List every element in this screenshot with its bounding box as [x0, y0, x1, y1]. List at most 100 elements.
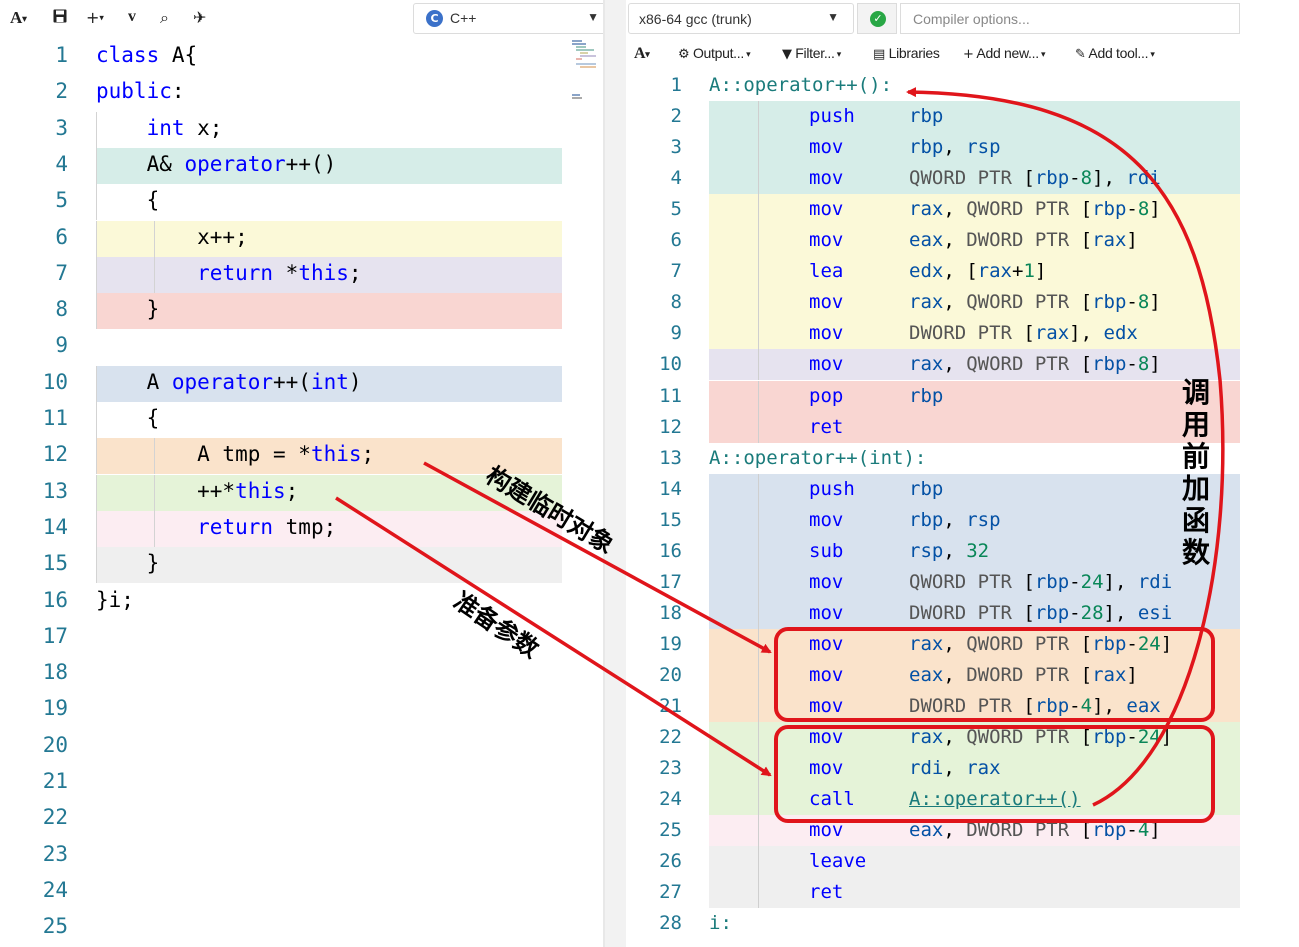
asm-line[interactable]: 10 mov rax, QWORD PTR [rbp-8]: [626, 349, 1240, 381]
pane-splitter[interactable]: [605, 0, 626, 947]
asm-token: -: [1126, 291, 1138, 314]
asm-line[interactable]: 12 ret: [626, 411, 1240, 443]
assembly-output[interactable]: 1 A::operator++(): 2 push rbp 3 mov rbp, rsp 4 mo…: [626, 70, 1240, 947]
source-line[interactable]: 21: [0, 765, 570, 801]
asm-line[interactable]: 18 mov DWORD PTR [rbp-28], esi: [626, 597, 1240, 629]
source-line[interactable]: 23: [0, 838, 570, 874]
asm-label-line[interactable]: 13 A::operator++(int):: [626, 443, 1240, 474]
source-line[interactable]: 2 public:: [0, 75, 570, 111]
libraries-button[interactable]: ▤ Libraries: [873, 45, 940, 62]
add-new-button[interactable]: + Add new... ▾: [963, 45, 1046, 62]
source-line[interactable]: 3 int x;: [0, 111, 570, 148]
asm-token: DWORD PTR: [966, 663, 1081, 686]
asm-line[interactable]: 5 mov rax, QWORD PTR [rbp-8]: [626, 194, 1240, 226]
source-line[interactable]: 12 A tmp = *this;: [0, 438, 570, 475]
add-tool-button[interactable]: ✎ Add tool... ▾: [1075, 45, 1155, 62]
source-line[interactable]: 25: [0, 910, 570, 946]
source-line[interactable]: 13 ++*this;: [0, 474, 570, 511]
asm-token: [: [1023, 570, 1035, 593]
asm-line[interactable]: 9 mov DWORD PTR [rax], edx: [626, 318, 1240, 350]
save-icon[interactable]: [53, 8, 67, 27]
asm-line[interactable]: 6 mov eax, DWORD PTR [rax]: [626, 225, 1240, 257]
asm-line[interactable]: 11 pop rbp: [626, 380, 1240, 412]
vim-mode-icon[interactable]: v: [128, 8, 136, 26]
minimap[interactable]: [568, 38, 602, 108]
asm-token: rax: [966, 757, 1001, 780]
pin-icon[interactable]: ✈: [193, 8, 206, 27]
font-size-button[interactable]: A▾: [634, 45, 650, 63]
asm-line[interactable]: 22 mov rax, QWORD PTR [rbp-24]: [626, 722, 1240, 754]
asm-line[interactable]: 20 mov eax, DWORD PTR [rax]: [626, 659, 1240, 691]
asm-line[interactable]: 4 mov QWORD PTR [rbp-8], rdi: [626, 163, 1240, 195]
source-code-editor[interactable]: 1 class A{2 public: 3 int x; 4 A& operator++…: [0, 38, 605, 947]
filter-button[interactable]: ▼ Filter... ▾: [782, 45, 841, 62]
source-line[interactable]: 17: [0, 620, 570, 656]
line-number: 23: [659, 757, 682, 780]
asm-line[interactable]: 26 leave: [626, 846, 1240, 878]
source-line[interactable]: 15 }: [0, 547, 570, 584]
compiler-select[interactable]: x86-64 gcc (trunk) ▼: [628, 3, 854, 34]
asm-line[interactable]: 2 push rbp: [626, 101, 1240, 133]
asm-line[interactable]: 27 ret: [626, 877, 1240, 909]
indent-guide: [758, 132, 759, 164]
asm-line[interactable]: 25 mov eax, DWORD PTR [rbp-4]: [626, 815, 1240, 847]
asm-opcode: pop: [809, 384, 844, 407]
asm-line[interactable]: 19 mov rax, QWORD PTR [rbp-24]: [626, 628, 1240, 660]
asm-token: DWORD PTR: [909, 322, 1024, 345]
asm-line[interactable]: 17 mov QWORD PTR [rbp-24], rdi: [626, 566, 1240, 598]
compiler-options-input[interactable]: Compiler options...: [900, 3, 1240, 34]
asm-token: [: [1080, 726, 1093, 749]
asm-line[interactable]: 8 mov rax, QWORD PTR [rbp-8]: [626, 287, 1240, 319]
source-line[interactable]: 24: [0, 874, 570, 910]
asm-line[interactable]: 7 lea edx, [rax+1]: [626, 256, 1240, 288]
source-line[interactable]: 5 {: [0, 184, 570, 221]
source-line[interactable]: 20: [0, 729, 570, 765]
source-line[interactable]: 4 A& operator++(): [0, 147, 570, 184]
code-token: ;: [285, 478, 299, 503]
line-number: 17: [42, 623, 68, 648]
line-number: 14: [659, 477, 682, 500]
source-line[interactable]: 22: [0, 801, 570, 837]
asm-label-line[interactable]: 1 A::operator++():: [626, 70, 1240, 101]
asm-opcode: mov: [809, 601, 844, 624]
line-number: 2: [670, 105, 682, 128]
asm-line[interactable]: 3 mov rbp, rsp: [626, 132, 1240, 164]
asm-line[interactable]: 24 call A::operator++(): [626, 784, 1240, 816]
source-line[interactable]: 19: [0, 692, 570, 728]
asm-line[interactable]: 23 mov rdi, rax: [626, 753, 1240, 785]
code-token: {: [96, 188, 160, 213]
compile-status[interactable]: ✓: [857, 3, 897, 34]
search-icon[interactable]: ⌕: [160, 8, 169, 28]
source-line[interactable]: 9: [0, 329, 570, 365]
asm-label-line[interactable]: 28 i:: [626, 908, 1240, 939]
source-line[interactable]: 7 return *this;: [0, 256, 570, 293]
asm-token: 8: [1137, 353, 1150, 376]
asm-line[interactable]: 21 mov DWORD PTR [rbp-4], eax: [626, 691, 1240, 722]
source-line[interactable]: 18: [0, 656, 570, 692]
source-line[interactable]: 16}i;: [0, 584, 570, 620]
output-button[interactable]: ⚙ Output... ▾: [678, 45, 751, 62]
source-line[interactable]: 10 A operator++(int): [0, 365, 570, 402]
asm-line[interactable]: 14 push rbp: [626, 473, 1240, 505]
check-icon: ✓: [870, 11, 886, 27]
font-size-button[interactable]: A▾: [10, 8, 27, 28]
source-line[interactable]: 14 return tmp;: [0, 510, 570, 547]
source-line[interactable]: 8 }: [0, 293, 570, 330]
call-target-link[interactable]: A::operator++(): [909, 788, 1081, 810]
asm-token: ]: [1149, 291, 1161, 314]
asm-line[interactable]: 16 sub rsp, 32: [626, 535, 1240, 567]
asm-token: ],: [1103, 601, 1138, 624]
source-line[interactable]: 11 {: [0, 402, 570, 438]
line-number: 6: [55, 224, 68, 249]
asm-token: ,: [943, 353, 967, 376]
language-select[interactable]: C C++ ▼: [413, 3, 614, 34]
source-line[interactable]: 1 class A{: [0, 39, 570, 75]
indent-guide: [758, 256, 759, 288]
asm-opcode: sub: [809, 539, 844, 562]
asm-line[interactable]: 15 mov rbp, rsp: [626, 504, 1240, 536]
asm-token: rbp: [1092, 819, 1127, 842]
asm-label: i:: [709, 912, 732, 935]
source-line[interactable]: 6 x++;: [0, 220, 570, 257]
add-pane-button[interactable]: +▾: [86, 8, 104, 27]
asm-token: ,: [943, 757, 967, 780]
